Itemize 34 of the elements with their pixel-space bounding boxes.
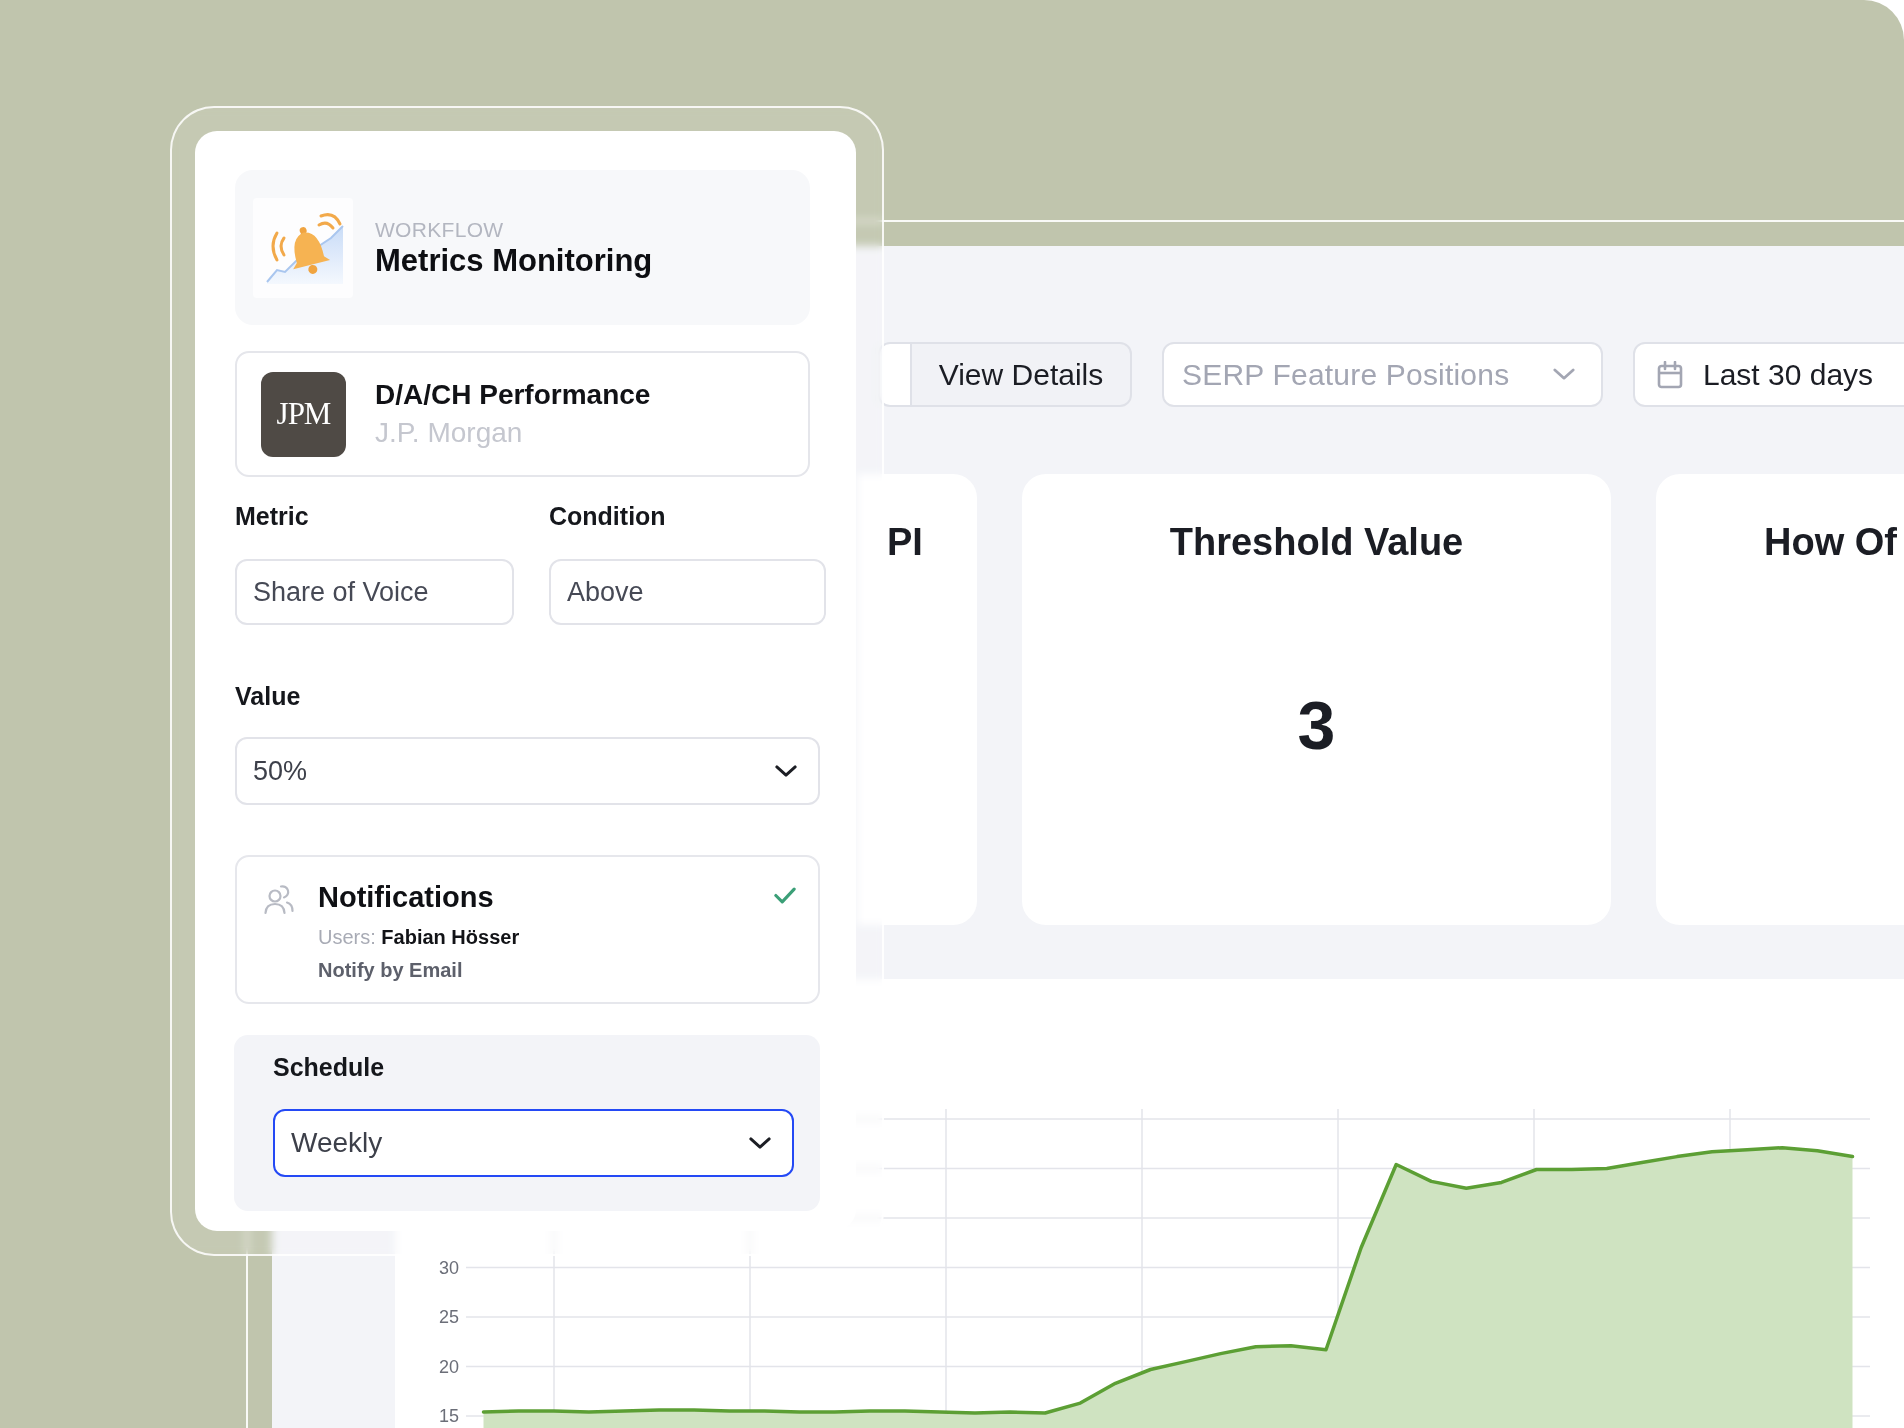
field-label: Metric bbox=[235, 501, 309, 531]
notify-method: Notify by Email bbox=[318, 958, 464, 983]
select-field[interactable]: Weekly bbox=[273, 1109, 794, 1177]
axis-label: 20 bbox=[438, 1356, 459, 1377]
select-field[interactable]: 50% bbox=[235, 737, 820, 805]
bell-icon bbox=[253, 197, 353, 298]
card-title: Threshold Value bbox=[1169, 521, 1464, 563]
chevron-icon bbox=[1553, 368, 1575, 381]
company-logo: JPM bbox=[261, 371, 346, 457]
axis-label: 15 bbox=[438, 1406, 459, 1426]
chevron-icon bbox=[775, 764, 797, 778]
account-name: D/A/CH Performance bbox=[375, 378, 651, 412]
workflow-title: Metrics Monitoring bbox=[375, 241, 653, 279]
notification-title: Notifications bbox=[318, 880, 495, 915]
card-value: 3 bbox=[1297, 687, 1336, 763]
company-name: J.P. Morgan bbox=[375, 416, 524, 450]
text-field[interactable]: Above bbox=[549, 559, 826, 625]
axis-label: 25 bbox=[438, 1307, 459, 1327]
account-card[interactable]: JPM D/A/CH Performance J.P. Morgan bbox=[235, 351, 810, 477]
calendar-icon bbox=[1657, 360, 1683, 389]
card-title: PI bbox=[887, 521, 923, 563]
text-field[interactable]: Share of Voice bbox=[235, 559, 514, 625]
users-icon bbox=[263, 883, 295, 915]
chevron-icon bbox=[749, 1136, 771, 1150]
card-title: How Of bbox=[1764, 521, 1897, 563]
users-text: Users: Fabian Hösser bbox=[318, 925, 520, 950]
axis-label: 30 bbox=[438, 1257, 459, 1278]
segment-button[interactable] bbox=[878, 342, 910, 407]
segment-button[interactable]: View Details bbox=[910, 342, 1132, 407]
field-label: Condition bbox=[549, 501, 666, 531]
date-range-button[interactable]: Last 30 days bbox=[1633, 342, 1904, 407]
eyebrow-label: WORKFLOW bbox=[375, 216, 505, 242]
field-label: Schedule bbox=[273, 1052, 385, 1082]
field-label: Value bbox=[235, 681, 301, 711]
